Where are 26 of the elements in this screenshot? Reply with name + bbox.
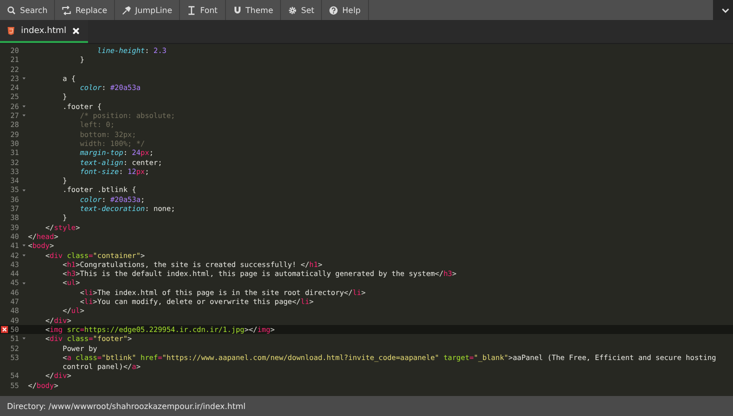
close-icon <box>72 26 80 34</box>
search-icon <box>7 6 16 14</box>
toolbar-button[interactable]: Search <box>0 0 56 20</box>
magnet-icon <box>232 6 242 14</box>
fold-arrow-icon[interactable] <box>22 188 26 192</box>
fold-arrow-icon[interactable] <box>22 254 26 257</box>
gear-icon <box>288 6 298 14</box>
replace-arrows-icon <box>62 6 72 14</box>
directory-path: Directory: /www/wwwroot/shahroozkazempour.ir/index.html <box>7 402 246 410</box>
fold-arrow-icon[interactable] <box>22 77 26 80</box>
text-cursor-icon <box>187 6 196 14</box>
html-file-icon <box>7 26 15 36</box>
fold-arrow-icon[interactable] <box>22 244 26 248</box>
toolbar-button[interactable]: JumpLine <box>115 0 180 20</box>
fold-arrow-icon[interactable] <box>22 114 26 118</box>
toolbar-button[interactable]: Theme <box>226 0 282 20</box>
chevron-down-icon <box>721 6 730 14</box>
pin-icon <box>122 6 132 14</box>
fold-arrow-icon[interactable] <box>22 282 26 285</box>
toolbar-button[interactable]: Font <box>180 0 226 20</box>
toolbar-button[interactable]: Replace <box>55 0 116 20</box>
toolbar-button[interactable]: Set <box>281 0 322 20</box>
toolbar-button[interactable]: Help <box>322 0 369 20</box>
help-icon <box>329 6 338 14</box>
fold-arrow-icon[interactable] <box>22 337 26 340</box>
fold-arrow-icon[interactable] <box>22 104 26 108</box>
